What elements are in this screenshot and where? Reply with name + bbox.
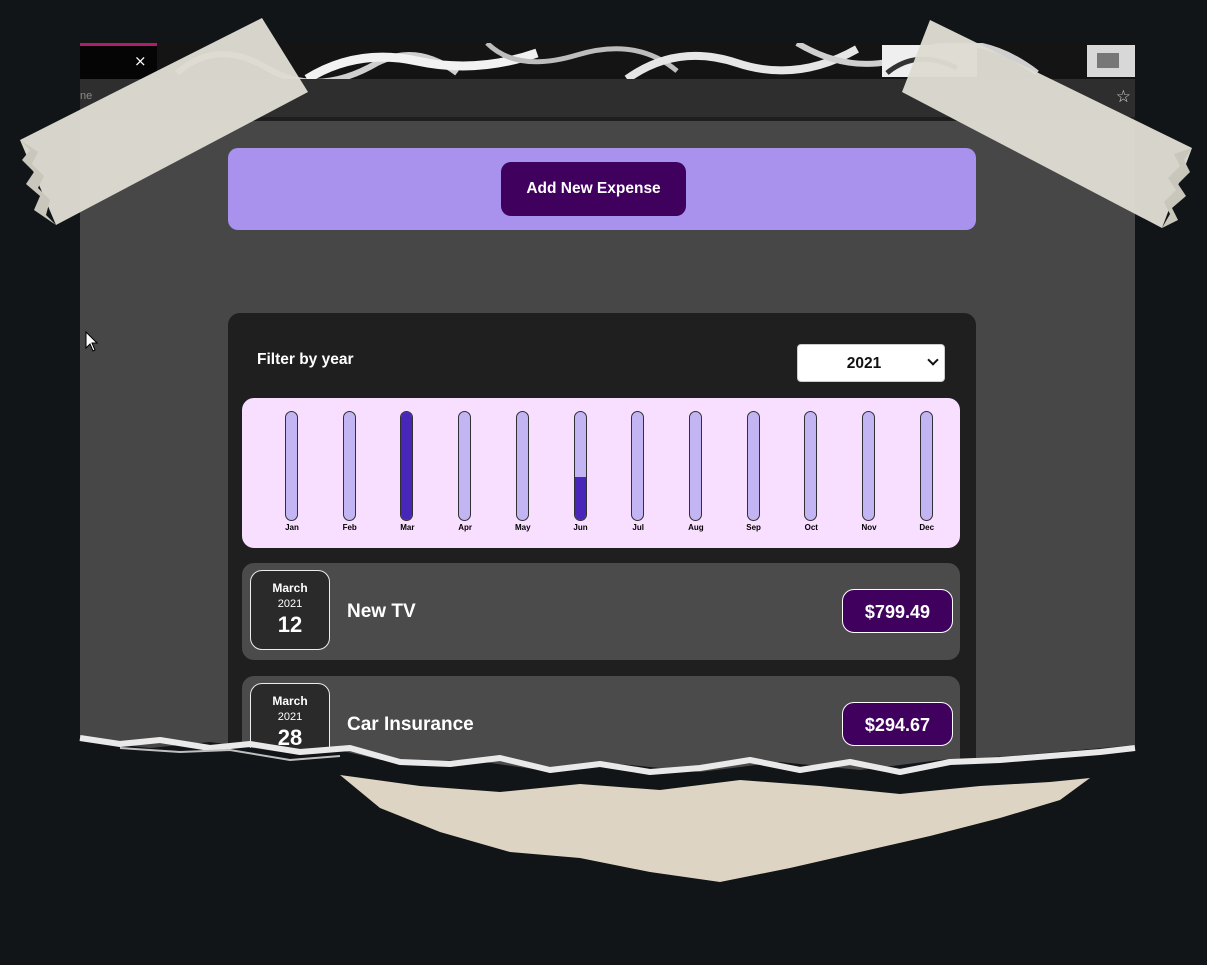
browser-toolbar: ne ☆ <box>80 79 1135 117</box>
chart-bar-label: Mar <box>400 523 415 532</box>
expense-date-year: 2021 <box>277 598 303 610</box>
mouse-cursor-icon <box>85 331 99 352</box>
expense-amount: $294.67 <box>841 702 953 746</box>
expense-date-day: 28 <box>277 725 303 750</box>
chart-bar-track <box>919 411 933 521</box>
expense-item[interactable] <box>242 789 960 803</box>
expense-date-month: March <box>272 581 308 595</box>
chart-bar-track <box>400 411 414 521</box>
background-image-strip <box>157 43 1135 79</box>
new-expense-panel: Add New Expense <box>228 148 976 230</box>
chart-bar-label: Jul <box>632 523 644 532</box>
expense-date: March 2021 28 <box>250 683 330 763</box>
chart-bar-track <box>688 411 702 521</box>
chart-bar-may: May <box>508 398 538 548</box>
expense-amount: $799.49 <box>841 589 953 633</box>
chart-bar-track <box>573 411 587 521</box>
expenses-card: Filter by year 2021 Jan Feb Mar Apr May Jun Ju… <box>228 313 976 803</box>
active-tab[interactable]: × <box>80 43 157 79</box>
monthly-expenses-chart: Jan Feb Mar Apr May Jun Jul Aug Sep Oct Nov Dec <box>242 398 960 548</box>
chart-bar-dec: Dec <box>912 398 942 548</box>
browser-window: × ne ☆ Add New Expense Filter by year 20… <box>80 43 1135 803</box>
expense-date-year: 2021 <box>277 711 303 723</box>
expense-title: New TV <box>347 601 416 622</box>
filter-label: Filter by year <box>257 351 354 368</box>
chart-bar-label: Dec <box>919 523 935 532</box>
chart-bar-label: Apr <box>458 523 472 532</box>
chart-bar-fill <box>401 412 413 520</box>
chart-bar-oct: Oct <box>796 398 826 548</box>
chart-bar-mar: Mar <box>392 398 422 548</box>
viewport-divider <box>80 117 1135 121</box>
chart-bar-track <box>631 411 645 521</box>
chart-bar-label: Jun <box>573 523 588 532</box>
chart-bar-label: May <box>515 523 531 532</box>
bookmark-star-icon[interactable]: ☆ <box>1116 87 1131 107</box>
chart-bar-feb: Feb <box>335 398 365 548</box>
chart-bar-label: Jan <box>285 523 299 532</box>
address-bar-text[interactable]: ne <box>80 90 92 102</box>
chart-bar-track <box>746 411 760 521</box>
expense-title: Car Insurance <box>347 714 474 735</box>
expense-date-month: March <box>272 694 308 708</box>
expense-date-day: 12 <box>277 612 303 637</box>
year-select-value: 2021 <box>846 355 882 372</box>
chart-bar-track <box>285 411 298 521</box>
chart-bar-label: Oct <box>804 523 818 532</box>
expense-item[interactable]: March 2021 28 Car Insurance $294.67 <box>242 676 960 773</box>
chart-bar-nov: Nov <box>854 398 884 548</box>
add-new-expense-button[interactable]: Add New Expense <box>501 162 686 216</box>
chart-bar-apr: Apr <box>450 398 480 548</box>
close-tab-icon[interactable]: × <box>134 54 147 69</box>
chart-bar-jul: Jul <box>623 398 653 548</box>
tab-strip: × <box>80 43 1135 79</box>
chart-bar-label: Feb <box>342 523 357 532</box>
chart-bar-track <box>804 411 818 521</box>
chart-bar-jun: Jun <box>566 398 596 548</box>
chart-bar-sep: Sep <box>739 398 769 548</box>
chart-bar-label: Nov <box>861 523 877 532</box>
chart-bar-track <box>515 411 529 521</box>
chart-bar-track <box>458 411 472 521</box>
chart-bar-label: Sep <box>746 523 761 532</box>
chart-bar-track <box>342 411 356 521</box>
chart-bar-label: Aug <box>688 523 704 532</box>
chart-bar-jan: Jan <box>277 398 307 548</box>
year-filter-select[interactable]: 2021 <box>797 344 945 382</box>
chart-bar-aug: Aug <box>681 398 711 548</box>
chart-bar-fill <box>574 476 586 520</box>
chart-bar-track <box>862 411 875 521</box>
expense-item[interactable]: March 2021 12 New TV $799.49 <box>242 563 960 660</box>
expense-date: March 2021 12 <box>250 570 330 650</box>
